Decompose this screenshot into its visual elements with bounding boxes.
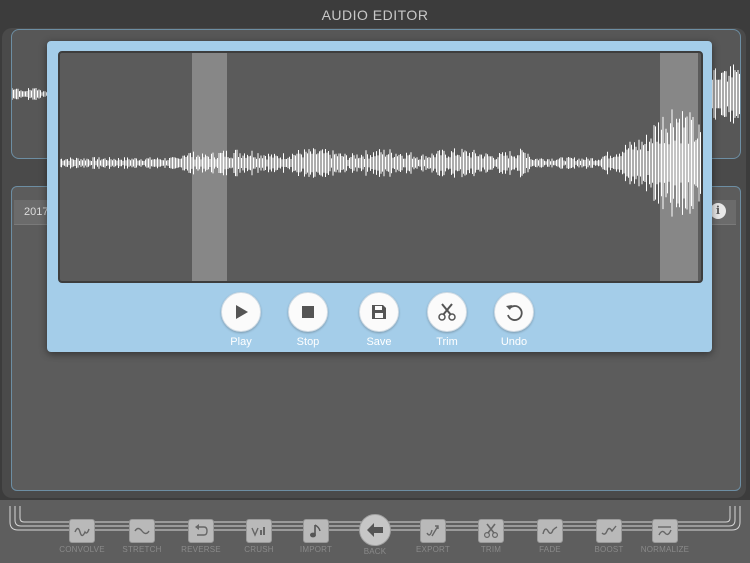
- reverse-button[interactable]: REVERSE: [170, 519, 232, 554]
- back-arrow-icon: [359, 514, 391, 546]
- stop-icon: [288, 292, 328, 332]
- import-button[interactable]: IMPORT: [285, 519, 347, 554]
- waveform-editor-dialog: Play Stop Save Trim Undo: [47, 41, 712, 352]
- boost-button[interactable]: BOOST: [578, 519, 640, 554]
- scissors-icon: [427, 292, 467, 332]
- export-label: EXPORT: [416, 545, 450, 554]
- crush-button[interactable]: CRUSH: [228, 519, 290, 554]
- trim-tool-button[interactable]: TRIM: [460, 519, 522, 554]
- stretch-icon: [129, 519, 155, 543]
- boost-label: BOOST: [594, 545, 624, 554]
- export-button[interactable]: EXPORT: [402, 519, 464, 554]
- save-button[interactable]: Save: [349, 292, 409, 348]
- normalize-label: NORMALIZE: [640, 545, 690, 554]
- undo-label: Undo: [500, 336, 528, 348]
- save-label: Save: [366, 336, 392, 348]
- fade-label: FADE: [539, 545, 561, 554]
- convolve-icon: [69, 519, 95, 543]
- reverse-icon: [188, 519, 214, 543]
- stretch-button[interactable]: STRETCH: [111, 519, 173, 554]
- boost-icon: [596, 519, 622, 543]
- undo-icon: [494, 292, 534, 332]
- reverse-label: REVERSE: [181, 545, 221, 554]
- crush-label: CRUSH: [244, 545, 274, 554]
- back-button[interactable]: BACK: [344, 514, 406, 556]
- normalize-button[interactable]: NORMALIZE: [634, 519, 696, 554]
- fade-button[interactable]: FADE: [519, 519, 581, 554]
- play-label: Play: [230, 336, 252, 348]
- waveform-display[interactable]: [58, 51, 703, 283]
- trim-label: Trim: [436, 336, 458, 348]
- back-label: BACK: [363, 547, 387, 556]
- export-icon: [420, 519, 446, 543]
- play-button[interactable]: Play: [211, 292, 271, 348]
- play-icon: [221, 292, 261, 332]
- app-title: AUDIO EDITOR: [321, 7, 429, 23]
- save-icon: [359, 292, 399, 332]
- undo-button[interactable]: Undo: [484, 292, 544, 348]
- stretch-label: STRETCH: [122, 545, 162, 554]
- waveform: [60, 109, 701, 217]
- trim-tool-label: TRIM: [480, 545, 502, 554]
- crush-icon: [246, 519, 272, 543]
- fade-icon: [537, 519, 563, 543]
- info-icon[interactable]: i: [710, 203, 726, 219]
- convolve-button[interactable]: CONVOLVE: [51, 519, 113, 554]
- scissors-icon: [478, 519, 504, 543]
- music-note-icon: [303, 519, 329, 543]
- convolve-label: CONVOLVE: [59, 545, 105, 554]
- stop-button[interactable]: Stop: [278, 292, 338, 348]
- stop-label: Stop: [296, 336, 320, 348]
- import-label: IMPORT: [299, 545, 333, 554]
- list-item-date: 2017: [24, 206, 49, 218]
- normalize-icon: [652, 519, 678, 543]
- trim-button[interactable]: Trim: [417, 292, 477, 348]
